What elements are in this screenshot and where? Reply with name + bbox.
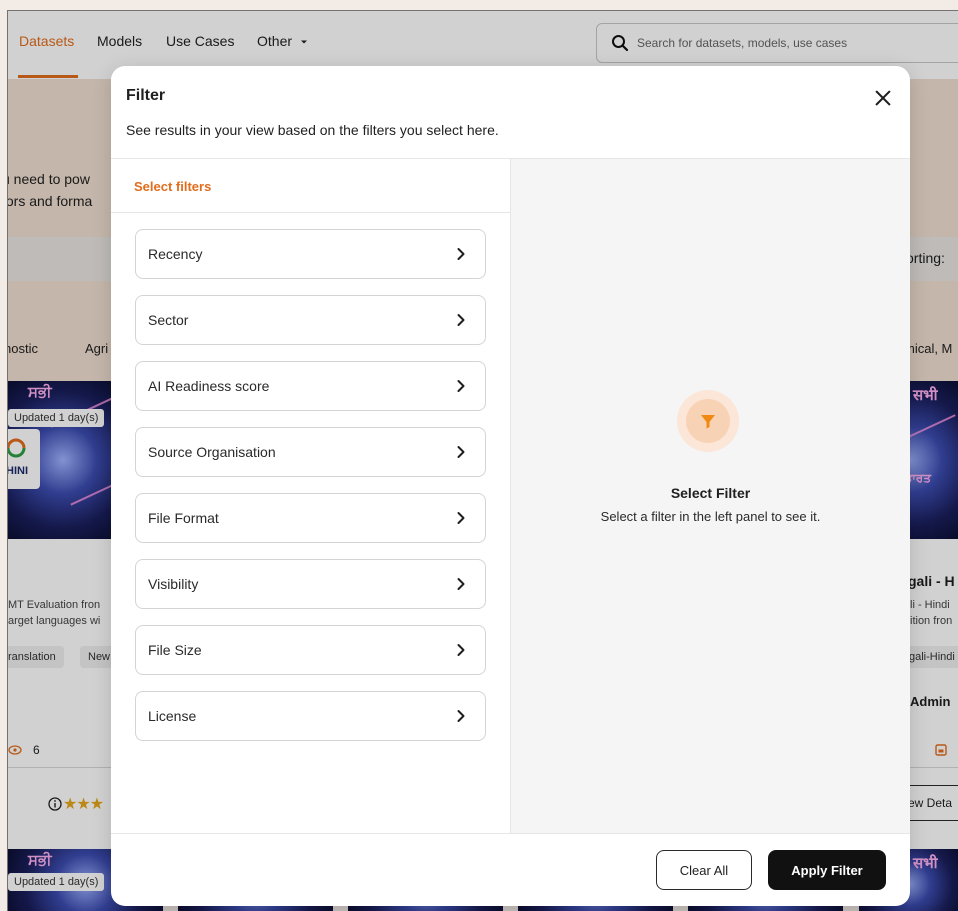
funnel-icon [701,415,715,429]
chevron-right-icon [457,314,465,326]
filter-modal: Filter See results in your view based on… [111,66,910,906]
filter-item-recency[interactable]: Recency [135,229,486,279]
filter-item-label: Source Organisation [148,444,276,460]
filter-item-label: AI Readiness score [148,378,270,394]
filter-item-file-size[interactable]: File Size [135,625,486,675]
filter-item-file-format[interactable]: File Format [135,493,486,543]
filter-detail-panel: Select Filter Select a filter in the lef… [511,159,910,833]
clear-all-button[interactable]: Clear All [656,850,752,890]
chevron-right-icon [457,248,465,260]
empty-state-description: Select a filter in the left panel to see… [600,509,821,524]
empty-state-title: Select Filter [670,485,751,501]
chevron-right-icon [457,710,465,722]
chevron-right-icon [457,380,465,392]
chevron-right-icon [457,578,465,590]
filter-list-panel: Select filters Recency Sector AI Readine… [111,159,510,833]
divider [111,212,510,213]
divider [111,833,910,834]
chevron-right-icon [457,446,465,458]
select-filters-label: Select filters [134,179,212,194]
empty-state-illustration [677,390,739,452]
filter-item-label: License [148,708,197,724]
filter-item-ai-readiness-score[interactable]: AI Readiness score [135,361,486,411]
filter-item-label: File Format [148,510,219,526]
filter-item-visibility[interactable]: Visibility [135,559,486,609]
filter-item-sector[interactable]: Sector [135,295,486,345]
filter-item-label: Visibility [148,576,199,592]
filter-item-label: File Size [148,642,202,658]
filter-item-source-organisation[interactable]: Source Organisation [135,427,486,477]
chevron-right-icon [457,512,465,524]
apply-filter-button[interactable]: Apply Filter [768,850,886,890]
modal-title: Filter [126,87,166,104]
filter-item-license[interactable]: License [135,691,486,741]
filter-item-label: Sector [148,312,189,328]
close-icon[interactable] [871,86,895,110]
chevron-right-icon [457,644,465,656]
filter-item-label: Recency [148,246,203,262]
modal-subtitle: See results in your view based on the fi… [126,122,499,138]
